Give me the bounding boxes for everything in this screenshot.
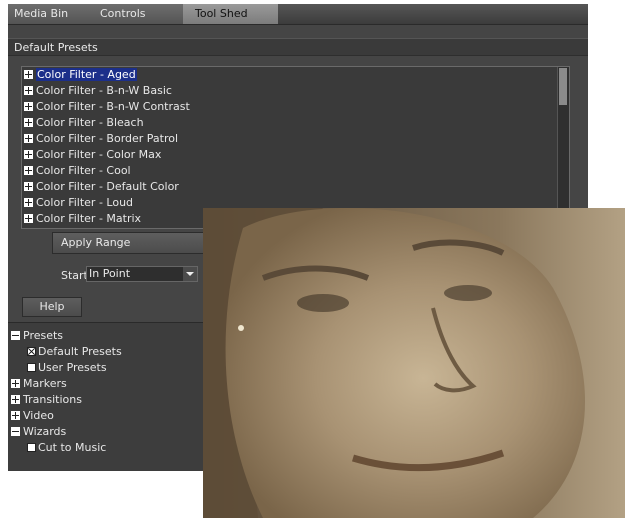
expand-icon[interactable] bbox=[24, 118, 33, 127]
tree-item-default-presets[interactable]: Default Presets bbox=[27, 344, 122, 359]
start-select[interactable]: In Point bbox=[86, 266, 198, 282]
expand-icon[interactable] bbox=[24, 70, 33, 79]
expand-icon[interactable] bbox=[24, 182, 33, 191]
checkbox-icon[interactable] bbox=[27, 347, 36, 356]
expand-icon[interactable] bbox=[24, 86, 33, 95]
tree-item-label: Video bbox=[23, 409, 54, 422]
preset-label: Color Filter - Aged bbox=[36, 68, 137, 81]
expand-icon[interactable] bbox=[11, 395, 20, 404]
section-title: Default Presets bbox=[8, 38, 588, 56]
tab-bar-filler bbox=[278, 4, 588, 24]
tab-bar: Media Bin Controls Tool Shed bbox=[8, 4, 588, 25]
tree-item-presets[interactable]: Presets bbox=[11, 328, 63, 343]
start-label: Start bbox=[61, 269, 88, 282]
preset-label: Color Filter - Border Patrol bbox=[36, 132, 179, 145]
expand-icon[interactable] bbox=[24, 150, 33, 159]
chevron-down-icon[interactable] bbox=[183, 267, 197, 281]
tree-item-label: Markers bbox=[23, 377, 67, 390]
list-item[interactable]: Color Filter - Bleach bbox=[22, 115, 569, 131]
tree-item-cut-to-music[interactable]: Cut to Music bbox=[27, 440, 106, 455]
list-item[interactable]: Color Filter - Border Patrol bbox=[22, 131, 569, 147]
collapse-icon[interactable] bbox=[11, 427, 20, 436]
preset-label: Color Filter - Bleach bbox=[36, 116, 144, 129]
apply-range-button[interactable]: Apply Range bbox=[52, 232, 212, 254]
preset-label: Color Filter - Loud bbox=[36, 196, 134, 209]
tab-label: Media Bin bbox=[14, 7, 69, 20]
collapse-icon[interactable] bbox=[11, 331, 20, 340]
tree-item-label: Presets bbox=[23, 329, 64, 342]
help-button[interactable]: Help bbox=[22, 297, 82, 317]
expand-icon[interactable] bbox=[11, 379, 20, 388]
video-preview bbox=[203, 208, 625, 518]
tree-item-wizards[interactable]: Wizards bbox=[11, 424, 66, 439]
tree-item-label: Wizards bbox=[23, 425, 67, 438]
tree-item-transitions[interactable]: Transitions bbox=[11, 392, 82, 407]
list-item[interactable]: Color Filter - B-n-W Basic bbox=[22, 83, 569, 99]
list-item[interactable]: Color Filter - B-n-W Contrast bbox=[22, 99, 569, 115]
tab-label: Controls bbox=[100, 7, 146, 20]
tree-item-label: User Presets bbox=[38, 361, 107, 374]
tree-item-video[interactable]: Video bbox=[11, 408, 54, 423]
preset-label: Color Filter - Default Color bbox=[36, 180, 179, 193]
category-tree: Presets Default Presets User Presets Mar… bbox=[8, 322, 203, 471]
list-item[interactable]: Color Filter - Aged bbox=[22, 67, 569, 83]
preset-label: Color Filter - Cool bbox=[36, 164, 131, 177]
expand-icon[interactable] bbox=[24, 134, 33, 143]
expand-icon[interactable] bbox=[24, 102, 33, 111]
preset-label: Color Filter - B-n-W Basic bbox=[36, 84, 172, 97]
preset-label: Color Filter - B-n-W Contrast bbox=[36, 100, 190, 113]
list-item[interactable]: Color Filter - Color Max bbox=[22, 147, 569, 163]
tree-item-markers[interactable]: Markers bbox=[11, 376, 67, 391]
scrollbar-thumb[interactable] bbox=[559, 68, 567, 105]
expand-icon[interactable] bbox=[24, 198, 33, 207]
checkbox-icon[interactable] bbox=[27, 443, 36, 452]
list-item[interactable]: Color Filter - Default Color bbox=[22, 179, 569, 195]
tree-item-user-presets[interactable]: User Presets bbox=[27, 360, 107, 375]
preset-label: Color Filter - Color Max bbox=[36, 148, 162, 161]
tree-item-label: Transitions bbox=[23, 393, 82, 406]
expand-icon[interactable] bbox=[24, 166, 33, 175]
sepia-face-image bbox=[203, 208, 625, 518]
expand-icon[interactable] bbox=[11, 411, 20, 420]
expand-icon[interactable] bbox=[24, 214, 33, 223]
tab-label: Tool Shed bbox=[195, 7, 248, 20]
preset-list[interactable]: Color Filter - Aged Color Filter - B-n-W… bbox=[21, 66, 570, 229]
list-item[interactable]: Color Filter - Cool bbox=[22, 163, 569, 179]
tree-item-label: Default Presets bbox=[38, 345, 122, 358]
checkbox-icon[interactable] bbox=[27, 363, 36, 372]
tree-item-label: Cut to Music bbox=[38, 441, 107, 454]
start-select-value: In Point bbox=[89, 267, 131, 280]
preset-list-scrollbar[interactable] bbox=[557, 67, 569, 228]
preset-label: Color Filter - Matrix bbox=[36, 212, 142, 225]
